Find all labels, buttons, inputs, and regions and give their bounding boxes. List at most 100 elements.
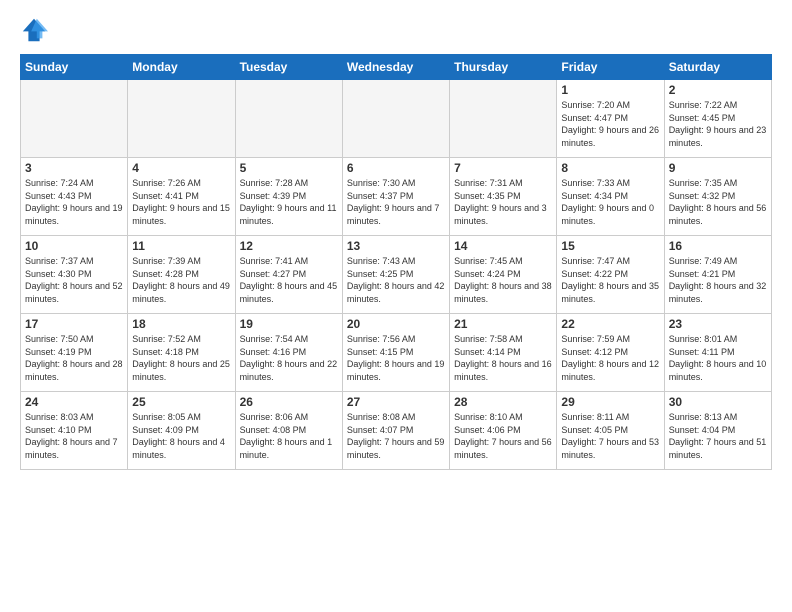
day-info: Sunrise: 7:33 AM Sunset: 4:34 PM Dayligh…	[561, 177, 659, 227]
day-info: Sunrise: 8:03 AM Sunset: 4:10 PM Dayligh…	[25, 411, 123, 461]
day-cell: 21Sunrise: 7:58 AM Sunset: 4:14 PM Dayli…	[450, 314, 557, 392]
day-number: 29	[561, 395, 659, 409]
weekday-header-tuesday: Tuesday	[235, 55, 342, 80]
day-cell: 2 Sunrise: 7:22 AM Sunset: 4:45 PM Daylig…	[664, 80, 771, 158]
day-number: 20	[347, 317, 445, 331]
day-cell: 9Sunrise: 7:35 AM Sunset: 4:32 PM Daylig…	[664, 158, 771, 236]
day-number: 19	[240, 317, 338, 331]
day-info: Sunrise: 7:22 AM Sunset: 4:45 PM Dayligh…	[669, 99, 767, 149]
day-cell: 30 Sunrise: 8:13 AM Sunset: 4:04 PM Dayli…	[664, 392, 771, 470]
day-cell: 17 Sunrise: 7:50 AM Sunset: 4:19 PM Dayli…	[21, 314, 128, 392]
day-cell: 14 Sunrise: 7:45 AM Sunset: 4:24 PM Dayli…	[450, 236, 557, 314]
day-number: 27	[347, 395, 445, 409]
weekday-header-sunday: Sunday	[21, 55, 128, 80]
day-cell: 4 Sunrise: 7:26 AM Sunset: 4:41 PM Daylig…	[128, 158, 235, 236]
day-number: 25	[132, 395, 230, 409]
week-row-3: 10 Sunrise: 7:37 AM Sunset: 4:30 PM Dayli…	[21, 236, 772, 314]
day-number: 26	[240, 395, 338, 409]
day-number: 10	[25, 239, 123, 253]
day-cell: 7Sunrise: 7:31 AM Sunset: 4:35 PM Daylig…	[450, 158, 557, 236]
logo	[20, 16, 52, 44]
day-number: 14	[454, 239, 552, 253]
week-row-2: 3 Sunrise: 7:24 AM Sunset: 4:43 PM Daylig…	[21, 158, 772, 236]
week-row-5: 24 Sunrise: 8:03 AM Sunset: 4:10 PM Dayli…	[21, 392, 772, 470]
day-info: Sunrise: 7:45 AM Sunset: 4:24 PM Dayligh…	[454, 255, 552, 305]
day-info: Sunrise: 7:58 AM Sunset: 4:14 PM Dayligh…	[454, 333, 552, 383]
day-info: Sunrise: 8:01 AM Sunset: 4:11 PM Dayligh…	[669, 333, 767, 383]
week-row-1: 1 Sunrise: 7:20 AM Sunset: 4:47 PM Daylig…	[21, 80, 772, 158]
day-number: 4	[132, 161, 230, 175]
day-info: Sunrise: 8:06 AM Sunset: 4:08 PM Dayligh…	[240, 411, 338, 461]
day-info: Sunrise: 7:20 AM Sunset: 4:47 PM Dayligh…	[561, 99, 659, 149]
weekday-header-monday: Monday	[128, 55, 235, 80]
day-cell: 3 Sunrise: 7:24 AM Sunset: 4:43 PM Daylig…	[21, 158, 128, 236]
day-info: Sunrise: 7:49 AM Sunset: 4:21 PM Dayligh…	[669, 255, 767, 305]
logo-icon	[20, 16, 48, 44]
day-number: 12	[240, 239, 338, 253]
day-info: Sunrise: 7:52 AM Sunset: 4:18 PM Dayligh…	[132, 333, 230, 383]
day-info: Sunrise: 8:13 AM Sunset: 4:04 PM Dayligh…	[669, 411, 767, 461]
day-cell: 13 Sunrise: 7:43 AM Sunset: 4:25 PM Dayli…	[342, 236, 449, 314]
day-cell	[450, 80, 557, 158]
day-number: 28	[454, 395, 552, 409]
day-info: Sunrise: 8:10 AM Sunset: 4:06 PM Dayligh…	[454, 411, 552, 461]
calendar-table: SundayMondayTuesdayWednesdayThursdayFrid…	[20, 54, 772, 470]
day-info: Sunrise: 7:35 AM Sunset: 4:32 PM Dayligh…	[669, 177, 767, 227]
day-cell: 26 Sunrise: 8:06 AM Sunset: 4:08 PM Dayli…	[235, 392, 342, 470]
day-cell: 25 Sunrise: 8:05 AM Sunset: 4:09 PM Dayli…	[128, 392, 235, 470]
day-number: 8	[561, 161, 659, 175]
day-cell: 16 Sunrise: 7:49 AM Sunset: 4:21 PM Dayli…	[664, 236, 771, 314]
day-number: 17	[25, 317, 123, 331]
day-info: Sunrise: 7:50 AM Sunset: 4:19 PM Dayligh…	[25, 333, 123, 383]
day-cell	[235, 80, 342, 158]
day-cell: 15Sunrise: 7:47 AM Sunset: 4:22 PM Dayli…	[557, 236, 664, 314]
day-info: Sunrise: 7:28 AM Sunset: 4:39 PM Dayligh…	[240, 177, 338, 227]
day-number: 24	[25, 395, 123, 409]
day-number: 2	[669, 83, 767, 97]
day-cell: 11Sunrise: 7:39 AM Sunset: 4:28 PM Dayli…	[128, 236, 235, 314]
day-cell: 10 Sunrise: 7:37 AM Sunset: 4:30 PM Dayli…	[21, 236, 128, 314]
day-info: Sunrise: 7:43 AM Sunset: 4:25 PM Dayligh…	[347, 255, 445, 305]
day-info: Sunrise: 7:24 AM Sunset: 4:43 PM Dayligh…	[25, 177, 123, 227]
week-row-4: 17 Sunrise: 7:50 AM Sunset: 4:19 PM Dayli…	[21, 314, 772, 392]
day-cell: 28 Sunrise: 8:10 AM Sunset: 4:06 PM Dayli…	[450, 392, 557, 470]
day-cell: 19 Sunrise: 7:54 AM Sunset: 4:16 PM Dayli…	[235, 314, 342, 392]
day-info: Sunrise: 7:30 AM Sunset: 4:37 PM Dayligh…	[347, 177, 445, 227]
day-number: 13	[347, 239, 445, 253]
day-cell: 1 Sunrise: 7:20 AM Sunset: 4:47 PM Daylig…	[557, 80, 664, 158]
day-cell: 18 Sunrise: 7:52 AM Sunset: 4:18 PM Dayli…	[128, 314, 235, 392]
weekday-header-thursday: Thursday	[450, 55, 557, 80]
day-cell: 5Sunrise: 7:28 AM Sunset: 4:39 PM Daylig…	[235, 158, 342, 236]
day-info: Sunrise: 8:11 AM Sunset: 4:05 PM Dayligh…	[561, 411, 659, 461]
day-number: 30	[669, 395, 767, 409]
header	[20, 16, 772, 44]
day-info: Sunrise: 7:56 AM Sunset: 4:15 PM Dayligh…	[347, 333, 445, 383]
day-info: Sunrise: 8:08 AM Sunset: 4:07 PM Dayligh…	[347, 411, 445, 461]
day-cell: 29 Sunrise: 8:11 AM Sunset: 4:05 PM Dayli…	[557, 392, 664, 470]
day-cell	[21, 80, 128, 158]
day-number: 1	[561, 83, 659, 97]
day-info: Sunrise: 8:05 AM Sunset: 4:09 PM Dayligh…	[132, 411, 230, 461]
day-number: 7	[454, 161, 552, 175]
day-number: 6	[347, 161, 445, 175]
weekday-header-row: SundayMondayTuesdayWednesdayThursdayFrid…	[21, 55, 772, 80]
day-cell: 6 Sunrise: 7:30 AM Sunset: 4:37 PM Daylig…	[342, 158, 449, 236]
day-info: Sunrise: 7:41 AM Sunset: 4:27 PM Dayligh…	[240, 255, 338, 305]
day-number: 22	[561, 317, 659, 331]
day-info: Sunrise: 7:26 AM Sunset: 4:41 PM Dayligh…	[132, 177, 230, 227]
day-number: 16	[669, 239, 767, 253]
day-info: Sunrise: 7:39 AM Sunset: 4:28 PM Dayligh…	[132, 255, 230, 305]
day-cell: 23Sunrise: 8:01 AM Sunset: 4:11 PM Dayli…	[664, 314, 771, 392]
page: SundayMondayTuesdayWednesdayThursdayFrid…	[0, 0, 792, 612]
day-cell: 12 Sunrise: 7:41 AM Sunset: 4:27 PM Dayli…	[235, 236, 342, 314]
day-number: 15	[561, 239, 659, 253]
day-cell: 20 Sunrise: 7:56 AM Sunset: 4:15 PM Dayli…	[342, 314, 449, 392]
day-cell	[128, 80, 235, 158]
day-info: Sunrise: 7:54 AM Sunset: 4:16 PM Dayligh…	[240, 333, 338, 383]
day-info: Sunrise: 7:37 AM Sunset: 4:30 PM Dayligh…	[25, 255, 123, 305]
day-cell: 24 Sunrise: 8:03 AM Sunset: 4:10 PM Dayli…	[21, 392, 128, 470]
day-number: 18	[132, 317, 230, 331]
day-number: 3	[25, 161, 123, 175]
day-cell	[342, 80, 449, 158]
weekday-header-saturday: Saturday	[664, 55, 771, 80]
